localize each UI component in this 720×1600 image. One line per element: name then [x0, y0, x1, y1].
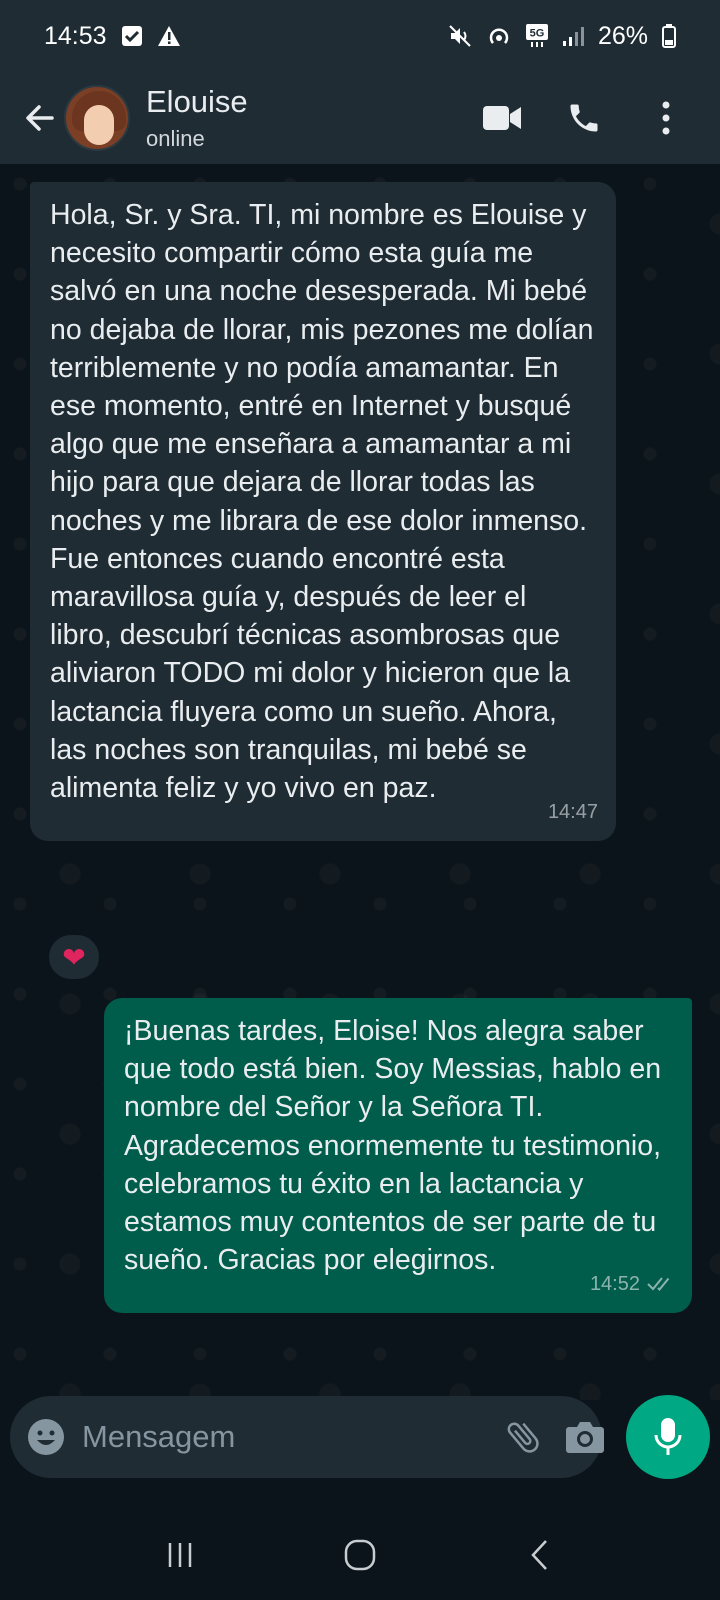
checkbox-notification-icon: [121, 25, 143, 47]
voice-call-button[interactable]: [558, 92, 610, 144]
network-5g-icon: 5G: [525, 24, 548, 48]
recents-button[interactable]: [140, 1525, 220, 1585]
camera-icon: [566, 1422, 604, 1453]
status-time: 14:53: [44, 21, 107, 50]
hotspot-icon: [486, 24, 512, 48]
chat-area[interactable]: Hola, Sr. y Sra. TI, mi nombre es Elouis…: [0, 164, 720, 1400]
phone-icon: [570, 104, 598, 132]
back-button[interactable]: [10, 88, 70, 148]
message-time: 14:52: [590, 1265, 674, 1303]
battery-percentage: 26%: [597, 21, 648, 50]
more-vert-icon: [662, 101, 670, 135]
recents-icon: [168, 1543, 192, 1567]
message-composer: [10, 1396, 605, 1478]
more-options-button[interactable]: [640, 92, 692, 144]
mute-icon: [448, 24, 472, 48]
contact-info[interactable]: Elouise online: [146, 83, 248, 153]
camera-button[interactable]: [565, 1411, 605, 1463]
emoji-icon: [28, 1419, 64, 1455]
avatar[interactable]: [64, 85, 130, 151]
video-call-button[interactable]: [476, 92, 528, 144]
warning-icon: [157, 25, 181, 47]
paperclip-icon: [507, 1422, 539, 1453]
message-text: ¡Buenas tardes, Eloise! Nos alegra saber…: [124, 1015, 662, 1277]
attach-button[interactable]: [503, 1411, 543, 1463]
contact-status: online: [146, 126, 205, 151]
heart-reaction-icon[interactable]: ❤: [46, 932, 102, 982]
system-navigation-bar: [0, 1510, 720, 1600]
incoming-message[interactable]: Hola, Sr. y Sra. TI, mi nombre es Elouis…: [30, 182, 616, 842]
message-time: 14:47: [547, 801, 598, 824]
video-camera-icon: [483, 106, 521, 130]
signal-icon: [562, 25, 584, 47]
home-icon: [344, 1539, 376, 1571]
battery-icon: [662, 24, 676, 48]
chat-header: Elouise online: [0, 72, 720, 164]
svg-text:5G: 5G: [530, 28, 545, 40]
chevron-left-icon: [531, 1540, 547, 1570]
status-bar: 14:53 5G 26%: [0, 0, 720, 72]
microphone-icon: [654, 1418, 682, 1455]
outgoing-message[interactable]: ¡Buenas tardes, Eloise! Nos alegra saber…: [104, 998, 692, 1314]
home-button[interactable]: [320, 1525, 400, 1585]
message-input[interactable]: [82, 1407, 481, 1467]
arrow-back-icon: [26, 105, 54, 131]
double-check-icon: [647, 1277, 670, 1292]
contact-name: Elouise: [146, 84, 248, 119]
back-nav-button[interactable]: [500, 1525, 580, 1585]
message-text: Hola, Sr. y Sra. TI, mi nombre es Elouis…: [50, 199, 594, 805]
voice-message-button[interactable]: [626, 1395, 710, 1479]
emoji-button[interactable]: [26, 1411, 66, 1463]
